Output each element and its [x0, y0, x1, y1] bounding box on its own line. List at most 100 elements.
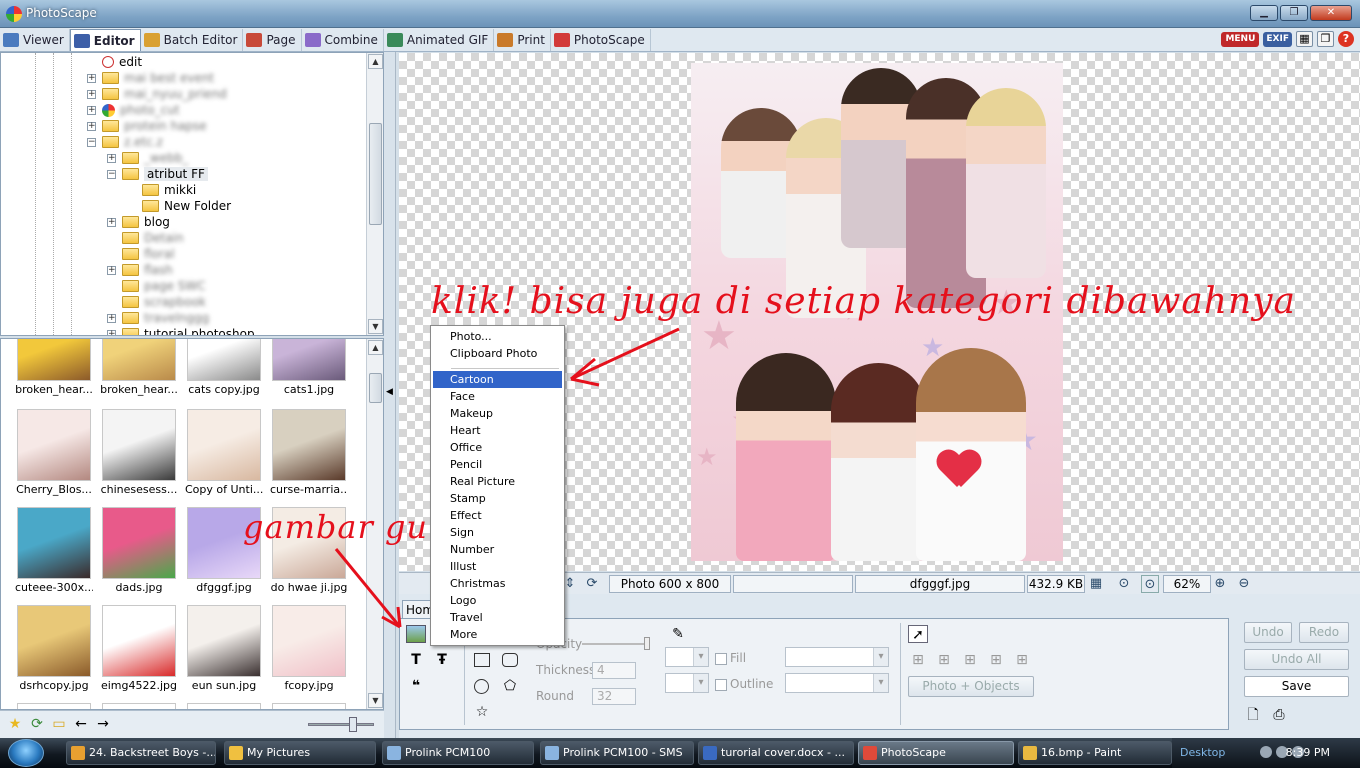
- menu-item-travel[interactable]: Travel: [433, 609, 562, 626]
- photo-objects-button[interactable]: Photo + Objects: [908, 676, 1034, 697]
- zoom-fit-icon[interactable]: ⊙: [1115, 575, 1133, 593]
- network-icon[interactable]: [1260, 746, 1272, 758]
- zoom-out-icon[interactable]: ⊖: [1235, 575, 1253, 593]
- color-dropdown[interactable]: [665, 647, 709, 667]
- thumbnail-item[interactable]: chinesesess...: [100, 409, 178, 496]
- new-document-icon[interactable]: 🗋: [1243, 706, 1263, 724]
- text-icon[interactable]: T: [406, 651, 426, 669]
- menu-item-illust[interactable]: Illust: [433, 558, 562, 575]
- thumbnail-item[interactable]: broken_hear...: [15, 339, 93, 396]
- text-box-icon[interactable]: Ŧ: [432, 651, 452, 669]
- outline-checkbox[interactable]: [715, 679, 727, 691]
- thumbnail-item[interactable]: eimg4522.jpg: [100, 605, 178, 692]
- object-tool-icon[interactable]: ⊞: [986, 651, 1006, 669]
- menu-item[interactable]: Photo...: [433, 328, 562, 345]
- scroll-down-icon[interactable]: ▼: [368, 319, 383, 334]
- tree-item[interactable]: − z.etc.z: [87, 134, 163, 150]
- thumbnail-item[interactable]: dsrhcopy.jpg: [15, 605, 93, 692]
- exif-button[interactable]: EXIF: [1263, 31, 1292, 47]
- taskbar-button[interactable]: 16.bmp - Paint: [1018, 741, 1172, 765]
- expand-toggle-icon[interactable]: +: [107, 313, 116, 323]
- menu-item-sign[interactable]: Sign: [433, 524, 562, 541]
- expand-toggle-icon[interactable]: +: [87, 89, 96, 99]
- undo-button[interactable]: Undo: [1244, 622, 1292, 643]
- thumbnail-image[interactable]: [17, 605, 91, 677]
- thumbnail-image[interactable]: [17, 409, 91, 481]
- clock[interactable]: 8:39 PM: [1286, 746, 1330, 759]
- thumbnail-image[interactable]: [272, 339, 346, 381]
- print-icon[interactable]: ⎙: [1269, 706, 1289, 724]
- tab-batch-editor[interactable]: Batch Editor: [141, 29, 244, 51]
- menu-item-real-picture[interactable]: Real Picture: [433, 473, 562, 490]
- tree-item[interactable]: scrapbook: [107, 294, 206, 310]
- redo-button[interactable]: Redo: [1299, 622, 1349, 643]
- thickness-stepper[interactable]: 4: [592, 662, 636, 679]
- menu-button[interactable]: MENU: [1221, 31, 1260, 47]
- tree-item[interactable]: + mai_nyuu_priend: [87, 86, 227, 102]
- expand-toggle-icon[interactable]: −: [107, 169, 116, 179]
- tree-item[interactable]: page SWC: [107, 278, 206, 294]
- tab-combine[interactable]: Combine: [302, 29, 384, 51]
- tab-photoscape[interactable]: PhotoScape: [551, 29, 651, 51]
- collapse-arrow-icon[interactable]: ◀: [386, 387, 393, 397]
- film-icon[interactable]: ▦: [1296, 31, 1313, 47]
- scroll-up-icon[interactable]: ▲: [368, 54, 383, 69]
- thumbnail-size-slider[interactable]: [308, 717, 374, 732]
- object-tool-icon[interactable]: ⊞: [908, 651, 928, 669]
- tree-scrollbar[interactable]: ▲ ▼: [366, 53, 383, 335]
- tab-page[interactable]: Page: [243, 29, 302, 51]
- taskbar-button[interactable]: 24. Backstreet Boys -...: [66, 741, 216, 765]
- taskbar-button[interactable]: turorial cover.docx - ...: [698, 741, 854, 765]
- thumbnail-image[interactable]: [187, 703, 261, 709]
- tab-editor[interactable]: Editor: [69, 29, 141, 51]
- tree-item[interactable]: + mai best event: [87, 70, 214, 86]
- tree-item[interactable]: + _webb_: [107, 150, 188, 166]
- rotate-icon[interactable]: ⟳: [583, 575, 601, 593]
- thumbnail-image[interactable]: [272, 703, 346, 709]
- tree-item[interactable]: − atribut FF: [107, 166, 208, 182]
- menu-item-stamp[interactable]: Stamp: [433, 490, 562, 507]
- taskbar-button[interactable]: Prolink PCM100: [382, 741, 534, 765]
- expand-toggle-icon[interactable]: +: [107, 265, 116, 275]
- outline-color-dropdown[interactable]: [785, 673, 889, 693]
- menu-item-pencil[interactable]: Pencil: [433, 456, 562, 473]
- thumbnail-image[interactable]: [102, 507, 176, 579]
- tree-item[interactable]: floral: [107, 246, 175, 262]
- thumbnail-item[interactable]: dads.jpg: [100, 507, 178, 594]
- menu-item-office[interactable]: Office: [433, 439, 562, 456]
- thumbnail-image[interactable]: [102, 339, 176, 381]
- undo-all-button[interactable]: Undo All: [1244, 649, 1349, 670]
- tree-item[interactable]: New Folder: [127, 198, 231, 214]
- zoom-actual-icon[interactable]: ⊙: [1141, 575, 1159, 593]
- thumbnail-image[interactable]: [17, 507, 91, 579]
- forward-arrow-icon[interactable]: →: [95, 716, 111, 732]
- thumbnail-item[interactable]: Copy of Unti...: [185, 409, 263, 496]
- object-tool-icon[interactable]: ⊞: [934, 651, 954, 669]
- tree-item[interactable]: Detain: [107, 230, 184, 246]
- thumbnail-item[interactable]: broken_hear...: [100, 339, 178, 396]
- zoom-in-icon[interactable]: ⊕: [1211, 575, 1229, 593]
- tab-animated-gif[interactable]: Animated GIF: [384, 29, 495, 51]
- thumbnail-image[interactable]: [187, 605, 261, 677]
- tree-item[interactable]: + photo_cut: [87, 102, 180, 118]
- thumbnail-image[interactable]: [187, 339, 261, 381]
- desktop-toolbar-label[interactable]: Desktop: [1180, 746, 1225, 759]
- menu-item-cartoon[interactable]: Cartoon: [433, 371, 562, 388]
- tree-item[interactable]: + flash: [107, 262, 173, 278]
- menu-item-logo[interactable]: Logo: [433, 592, 562, 609]
- thumbnail-item[interactable]: curse-marria...: [270, 409, 348, 496]
- thumbnail-image[interactable]: [102, 703, 176, 709]
- tree-item[interactable]: + protein hapse: [87, 118, 207, 134]
- rectangle-icon[interactable]: [474, 653, 490, 667]
- favorite-star-icon[interactable]: ★: [7, 716, 23, 732]
- scroll-down-icon[interactable]: ▼: [368, 693, 383, 708]
- back-arrow-icon[interactable]: ←: [73, 716, 89, 732]
- thumbnail-image[interactable]: [102, 409, 176, 481]
- help-icon[interactable]: ?: [1338, 31, 1354, 47]
- menu-item-heart[interactable]: Heart: [433, 422, 562, 439]
- tree-item[interactable]: mikki: [127, 182, 196, 198]
- taskbar-button[interactable]: PhotoScape: [858, 741, 1014, 765]
- round-stepper[interactable]: 32: [592, 688, 636, 705]
- taskbar-button[interactable]: Prolink PCM100 - SMS: [540, 741, 694, 765]
- zoom-level[interactable]: 62%: [1163, 575, 1211, 593]
